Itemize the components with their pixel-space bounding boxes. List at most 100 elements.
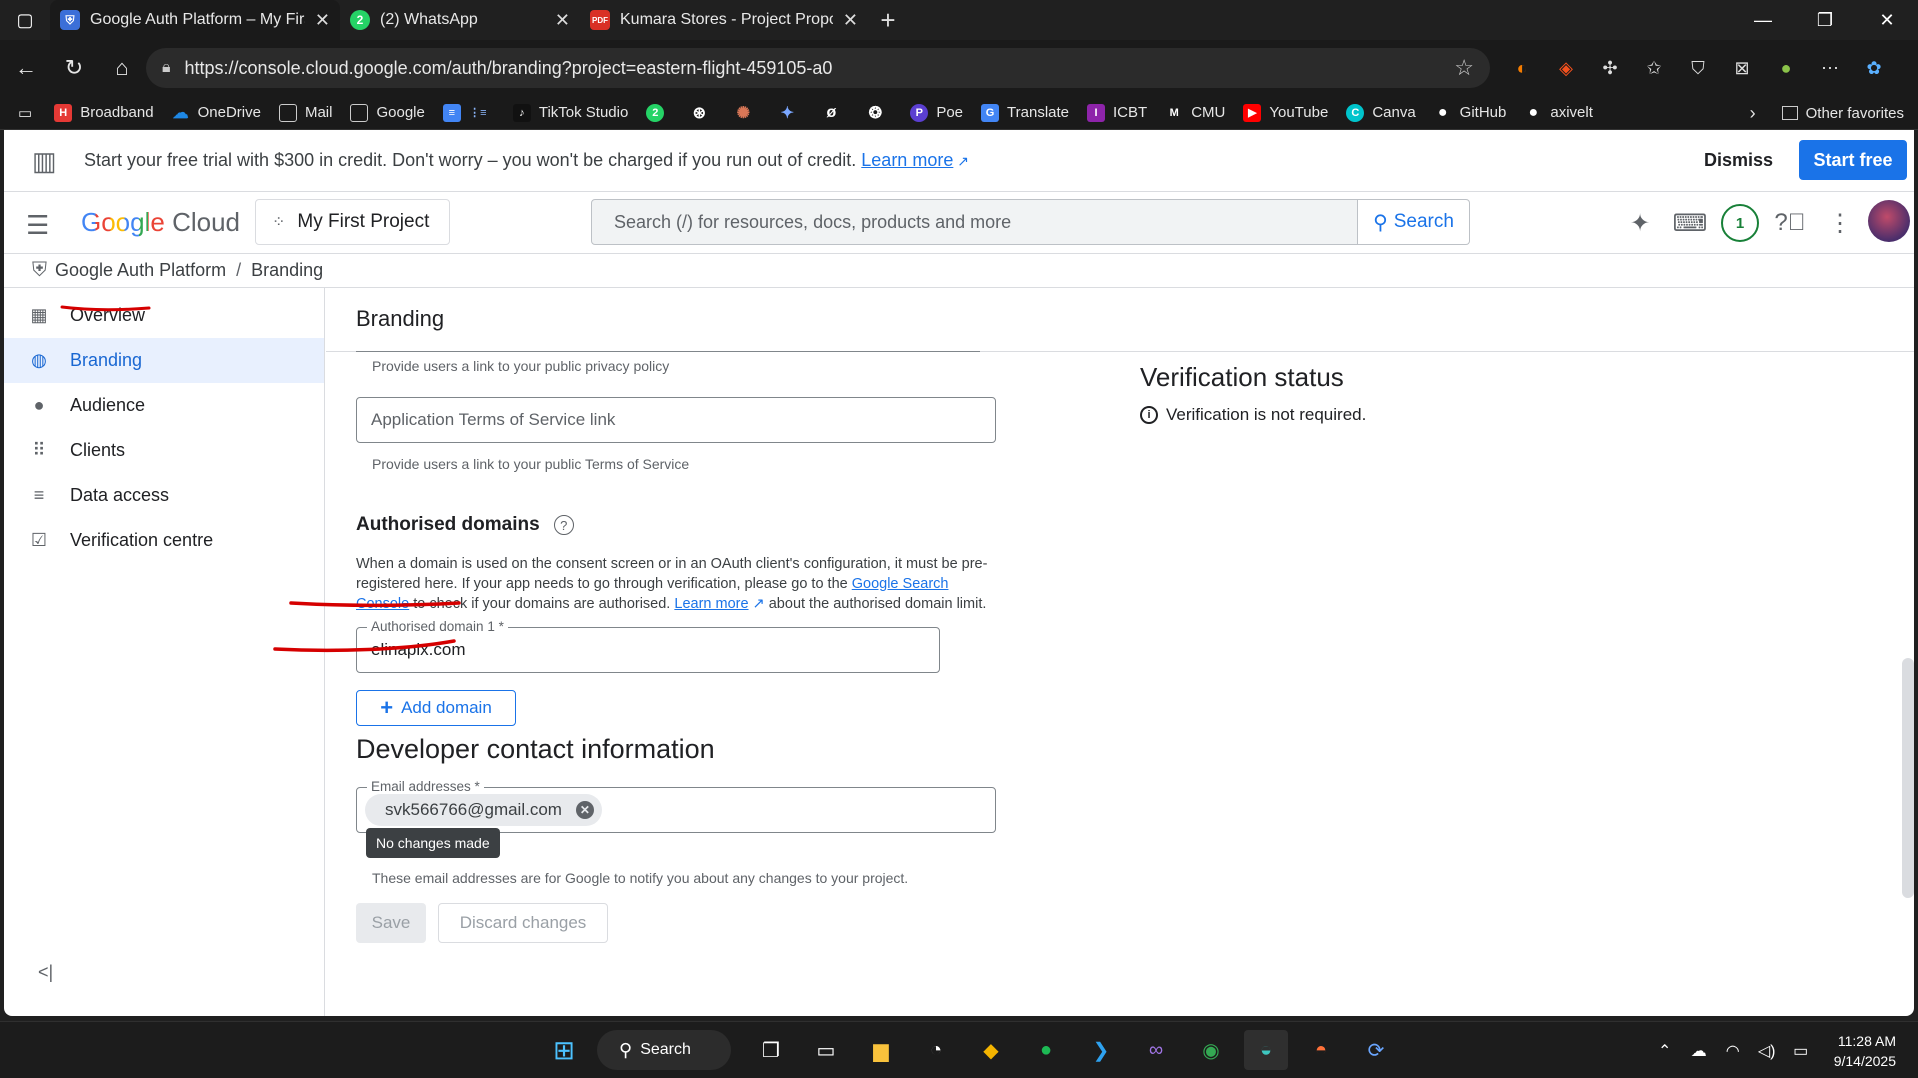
terminal-icon[interactable]: ▭	[804, 1030, 848, 1070]
gemini-sparkle-icon[interactable]: ✦	[1615, 202, 1665, 244]
collapse-sidebar-icon[interactable]: <|	[38, 962, 53, 983]
new-tab-icon[interactable]: +	[868, 5, 908, 36]
bookmark-perplexity[interactable]: ø	[822, 104, 848, 122]
remove-chip-icon[interactable]: ✕	[575, 801, 594, 819]
extension-orange-icon[interactable]: ◐	[1500, 48, 1544, 88]
save-button[interactable]: Save	[356, 903, 426, 943]
copilot-icon[interactable]: ✿	[1852, 48, 1896, 88]
restore-icon[interactable]: ❐	[1794, 0, 1856, 40]
breadcrumb-parent[interactable]: Google Auth Platform	[55, 260, 226, 281]
bookmark-broadband[interactable]: H Broadband	[54, 103, 154, 122]
home-icon[interactable]: ⌂	[100, 46, 144, 90]
git-icon[interactable]: ◆	[969, 1030, 1013, 1070]
avatar[interactable]	[1868, 200, 1910, 242]
sidebar-item-data-access[interactable]: ≡ Data access	[4, 473, 324, 518]
tab-actions-icon[interactable]: ▢	[0, 0, 50, 40]
clock-app-icon[interactable]: ◔	[914, 1030, 958, 1070]
edge-icon[interactable]: ◒	[1244, 1030, 1288, 1070]
search-input[interactable]	[592, 200, 1357, 244]
search-field[interactable]	[591, 199, 1358, 245]
dismiss-button[interactable]: Dismiss	[1690, 140, 1787, 181]
bookmarks-menu-icon[interactable]: ▭	[18, 104, 32, 122]
tab-google-auth-platform[interactable]: ⛨ Google Auth Platform – My First P ✕	[50, 0, 340, 40]
close-tab-icon[interactable]: ✕	[555, 10, 570, 31]
bookmark-google[interactable]: Google	[350, 103, 425, 122]
close-tab-icon[interactable]: ✕	[315, 10, 330, 31]
favorites-icon[interactable]: ✩	[1632, 48, 1676, 88]
bookmark-docs[interactable]: ≡ ⋮≡	[442, 103, 495, 122]
bookmark-youtube[interactable]: ▶ YouTube	[1243, 103, 1328, 122]
minimize-icon[interactable]: —	[1732, 0, 1794, 40]
refresh-icon[interactable]: ↻	[52, 46, 96, 90]
chevron-right-icon[interactable]: ›	[1750, 103, 1756, 124]
bookmark-onedrive[interactable]: ☁ OneDrive	[172, 104, 261, 122]
bookmark-cmu[interactable]: M CMU	[1165, 104, 1226, 122]
firefox-icon[interactable]: ◓	[1299, 1030, 1343, 1070]
wifi-icon[interactable]: ◠	[1716, 1041, 1750, 1061]
onedrive-tray-icon[interactable]: ☁	[1682, 1041, 1716, 1061]
bookmark-mail[interactable]: Mail	[278, 103, 332, 122]
sidebar-item-overview[interactable]: ▦ Overview	[4, 293, 324, 338]
help-icon[interactable]: ?	[553, 515, 574, 535]
bookmark-tiktok-studio[interactable]: ♪ TikTok Studio	[512, 103, 628, 122]
battery-icon[interactable]: ▭	[1784, 1041, 1818, 1061]
bookmark-ai[interactable]: ❂	[866, 104, 892, 122]
file-explorer-icon[interactable]: ▆	[859, 1030, 903, 1070]
terms-of-service-field[interactable]	[356, 397, 996, 443]
volume-icon[interactable]: ◁)	[1750, 1041, 1784, 1061]
clock[interactable]: 11:28 AM 9/14/2025	[1818, 1031, 1918, 1071]
url-field[interactable]: 🔒︎ https://console.cloud.google.com/auth…	[146, 48, 1490, 88]
more-menu-icon[interactable]: ⋯	[1808, 48, 1852, 88]
extension-layers-icon[interactable]: ◈	[1544, 48, 1588, 88]
bookmark-whatsapp[interactable]: 2	[646, 103, 672, 122]
start-free-button[interactable]: Start free	[1799, 140, 1907, 180]
bookmark-icbt[interactable]: I ICBT	[1087, 103, 1147, 122]
sidebar-item-branding[interactable]: ◍ Branding	[4, 338, 324, 383]
sidebar-item-clients[interactable]: ⠿ Clients	[4, 428, 324, 473]
vscode-icon[interactable]: ❯	[1079, 1030, 1123, 1070]
project-picker-button[interactable]: ⁘ My First Project	[255, 199, 450, 245]
terms-of-service-input[interactable]	[357, 398, 995, 442]
site-info-icon[interactable]: 🔒︎	[162, 59, 171, 77]
tab-kumara-stores[interactable]: PDF Kumara Stores - Project Proposal. ✕	[580, 0, 868, 40]
bookmark-translate[interactable]: G Translate	[981, 103, 1069, 122]
profile-icon[interactable]: ●	[1764, 48, 1808, 88]
cloud-shell-icon[interactable]: ⌨	[1665, 202, 1715, 244]
bookmark-canva[interactable]: C Canva	[1346, 103, 1416, 122]
add-domain-button[interactable]: + Add domain	[356, 690, 516, 726]
google-cloud-logo[interactable]: Google Cloud	[81, 207, 240, 238]
windows-start-icon[interactable]: ⊞	[542, 1030, 586, 1070]
visual-studio-icon[interactable]: ∞	[1134, 1030, 1178, 1070]
trial-learn-more-link[interactable]: Learn more	[861, 150, 953, 170]
bookmark-poe[interactable]: P Poe	[910, 103, 963, 122]
hamburger-menu-icon[interactable]: ☰	[26, 210, 49, 241]
spotify-icon[interactable]: ●	[1024, 1030, 1068, 1070]
taskbar-search[interactable]: ⚲ Search	[597, 1030, 731, 1070]
bookmark-axivelt[interactable]: ● axivelt	[1524, 104, 1593, 122]
chevron-up-icon[interactable]: ⌃	[1648, 1041, 1682, 1061]
chrome-icon[interactable]: ◉	[1189, 1030, 1233, 1070]
help-icon[interactable]: ?⃝	[1765, 202, 1815, 244]
favorite-star-icon[interactable]: ☆	[1454, 55, 1474, 81]
discard-changes-button[interactable]: Discard changes	[438, 903, 608, 943]
search-button[interactable]: ⚲ Search	[1358, 199, 1470, 245]
scrollbar[interactable]	[1902, 658, 1914, 898]
tab-whatsapp[interactable]: 2 (2) WhatsApp ✕	[340, 0, 580, 40]
authorised-domain-field[interactable]: Authorised domain 1 *	[356, 619, 940, 673]
notifications-badge[interactable]: 1	[1721, 204, 1759, 242]
close-tab-icon[interactable]: ✕	[843, 10, 858, 31]
task-view-icon[interactable]: ❐	[749, 1030, 793, 1070]
browser-essentials-icon[interactable]: ⛉	[1676, 48, 1720, 88]
sidebar-item-audience[interactable]: ● Audience	[4, 383, 324, 428]
bookmark-chatgpt[interactable]: ⊛	[690, 104, 716, 122]
authorised-domain-input[interactable]	[357, 628, 939, 672]
extensions-puzzle-icon[interactable]: ✣	[1588, 48, 1632, 88]
bookmark-claude[interactable]: ✺	[734, 104, 760, 122]
other-favorites[interactable]: Other favorites	[1806, 105, 1904, 122]
bookmark-gemini[interactable]: ✦	[778, 104, 804, 122]
close-window-icon[interactable]: ✕	[1856, 0, 1918, 40]
sidebar-item-verification-centre[interactable]: ☑ Verification centre	[4, 518, 324, 563]
bookmark-github[interactable]: ● GitHub	[1434, 104, 1507, 122]
learn-more-link[interactable]: Learn more	[674, 596, 748, 612]
back-icon[interactable]: ←	[4, 46, 48, 90]
